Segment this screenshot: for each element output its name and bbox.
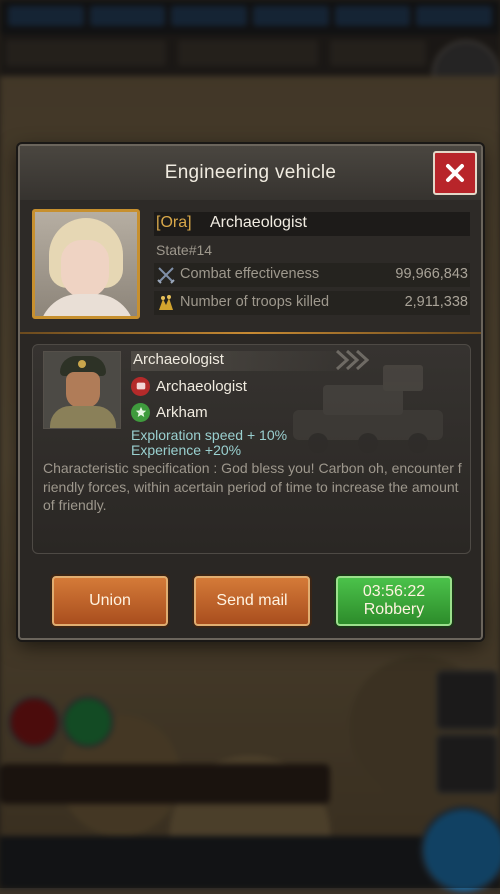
vehicle-location: Arkham — [131, 401, 208, 423]
union-button-label: Union — [89, 592, 131, 609]
stat-value: 2,911,338 — [404, 294, 468, 310]
vehicle-role: Archaeologist — [131, 375, 247, 397]
troops-killed-icon — [159, 295, 173, 310]
union-button[interactable]: Union — [52, 576, 168, 626]
player-profile: [Ora] Archaeologist State#14 Combat effe… — [20, 200, 481, 332]
player-state: State#14 — [156, 242, 213, 258]
vehicle-info-card: Archaeologist Archaeologist Arkham Explo… — [32, 344, 471, 554]
fist-icon — [131, 376, 150, 396]
vehicle-description: Characteristic specification : God bless… — [43, 460, 462, 513]
alliance-tag: [Ora] — [156, 214, 192, 231]
player-info-dialog: Engineering vehicle [Ora] Archaeologist … — [18, 144, 483, 640]
vehicle-commander-avatar — [43, 351, 121, 429]
bonus-experience: Experience +20% — [131, 442, 242, 458]
stat-label: Number of troops killed — [180, 294, 330, 310]
stat-label: Combat effectiveness — [180, 266, 320, 282]
dialog-title: Engineering vehicle — [164, 162, 337, 183]
dialog-header: Engineering vehicle — [20, 146, 481, 201]
close-button[interactable] — [433, 151, 477, 195]
vehicle-card-title: Archaeologist — [131, 351, 363, 371]
send-mail-button[interactable]: Send mail — [194, 576, 310, 626]
stat-troops-killed: Number of troops killed 2,911,338 — [154, 291, 470, 315]
stat-combat-effectiveness: Combat effectiveness 99,966,843 — [154, 263, 470, 287]
player-name-bar: [Ora] Archaeologist — [154, 212, 470, 236]
robbery-button[interactable]: 03:56:22 Robbery — [336, 576, 452, 626]
crossed-swords-icon — [157, 267, 175, 284]
stat-value: 99,966,843 — [395, 266, 468, 282]
chevron-right-icon — [335, 349, 369, 371]
vehicle-location-text: Arkham — [156, 403, 208, 421]
bonus-exploration: Exploration speed + 10% — [131, 427, 288, 443]
vehicle-role-text: Archaeologist — [156, 377, 247, 395]
close-icon — [446, 164, 464, 182]
robbery-button-label: Robbery — [363, 601, 425, 618]
star-icon — [131, 402, 150, 422]
player-name: Archaeologist — [210, 214, 307, 231]
player-portrait[interactable] — [32, 209, 140, 319]
section-divider — [20, 332, 481, 334]
send-mail-button-label: Send mail — [216, 592, 288, 609]
robbery-timer: 03:56:22 — [362, 583, 426, 600]
